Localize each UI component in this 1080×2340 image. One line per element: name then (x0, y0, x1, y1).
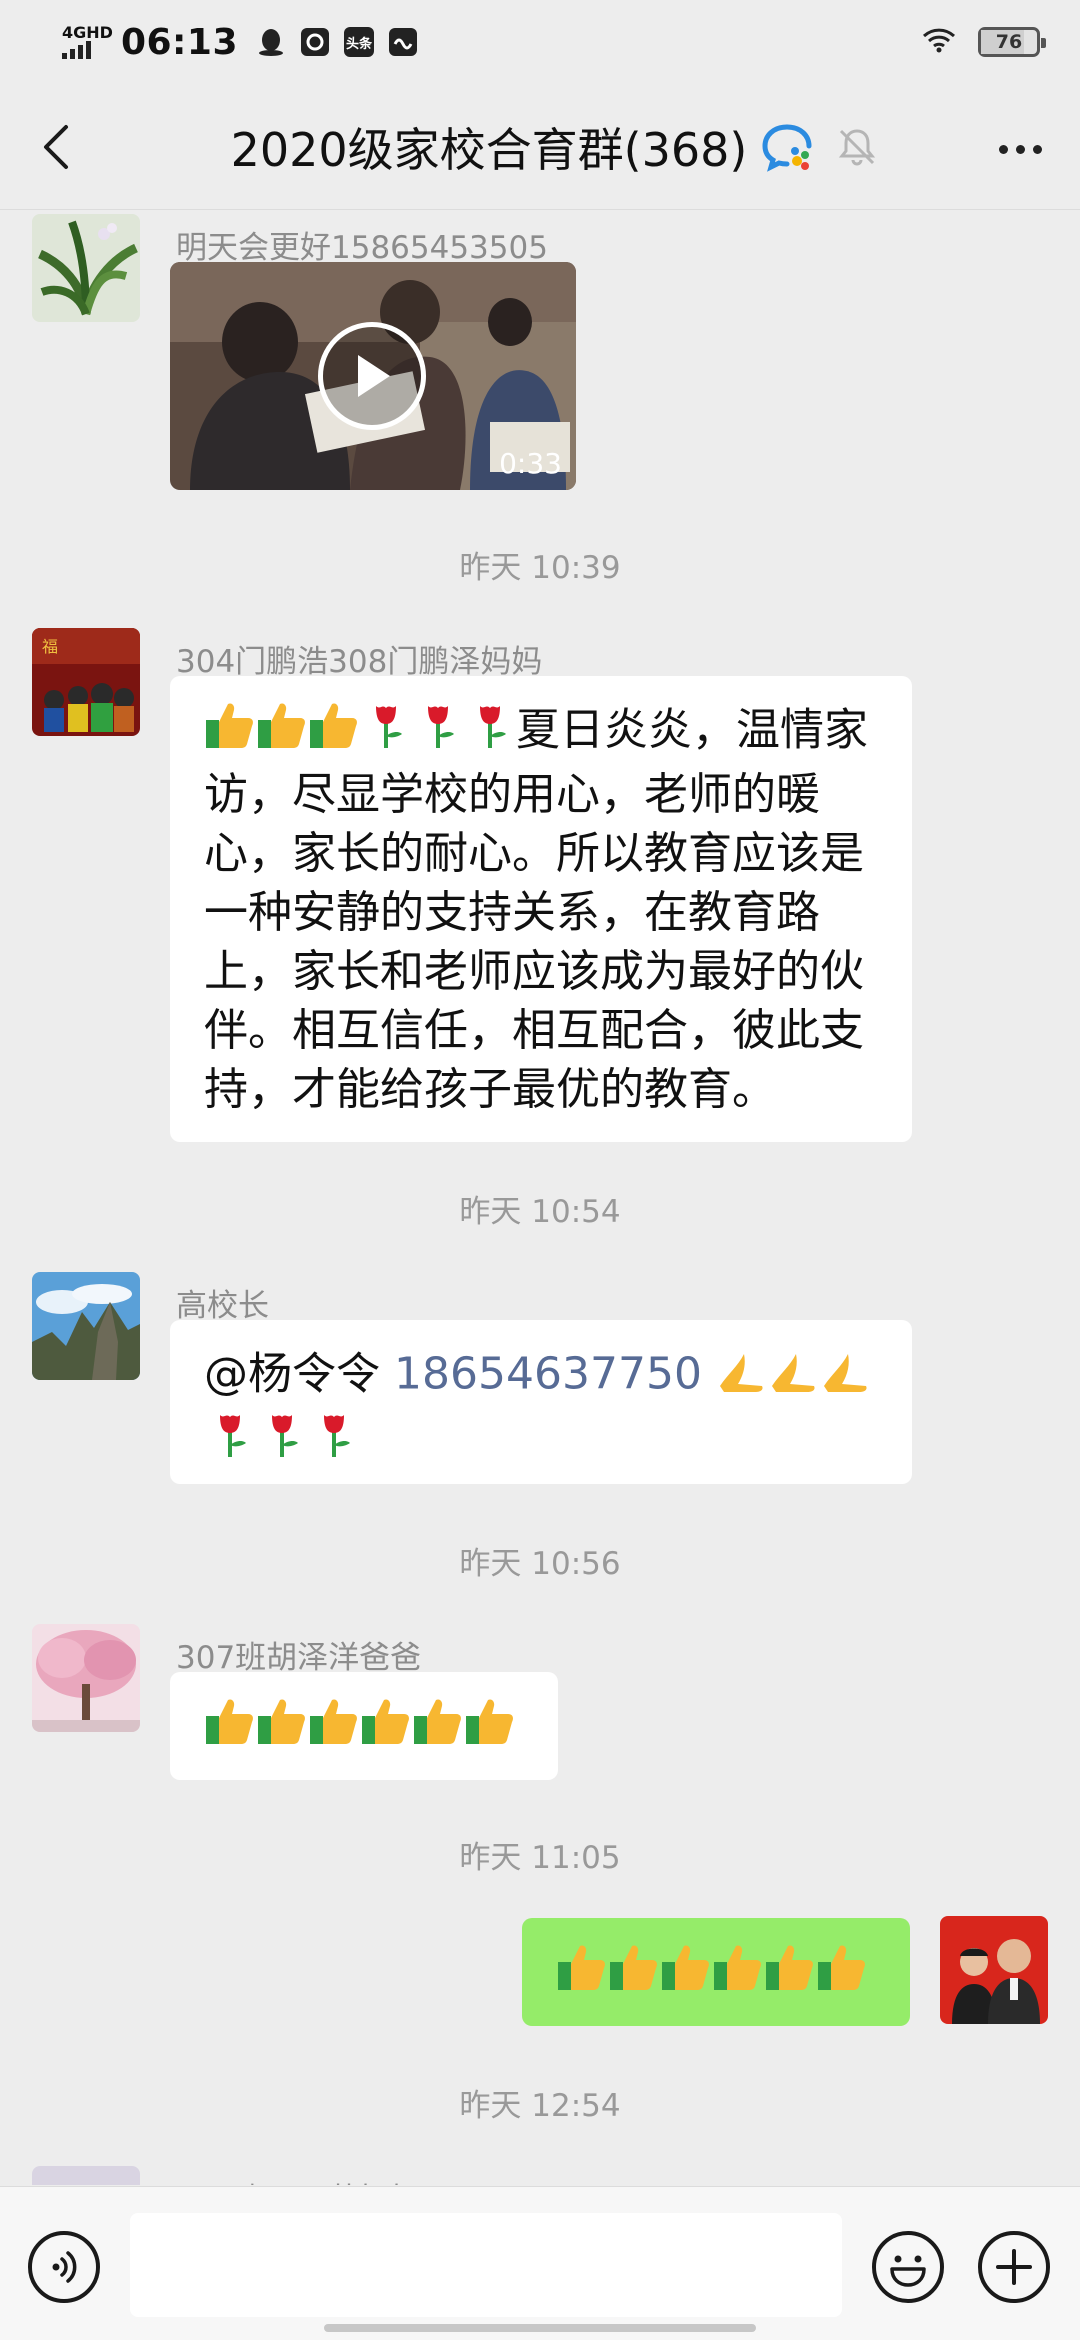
message-notification-icon (388, 27, 418, 57)
network-type: 4GHD (62, 23, 113, 42)
message-timestamp: 昨天 11:05 (459, 1840, 621, 1876)
more-dot-icon (998, 144, 1008, 154)
message-text-line: 一种安静的支持关系，在教育路 (204, 887, 820, 938)
thumbs-up-emoji-icon (256, 700, 308, 765)
phone-number-link[interactable]: 18654637750 (394, 1349, 702, 1400)
message-text-line: @杨令令 18654637750 (204, 1344, 878, 1409)
message-timestamp: 昨天 10:56 (459, 1546, 621, 1582)
thumbs-up-emoji-icon (204, 1696, 256, 1761)
at-mail-icon (300, 27, 330, 57)
smiley-icon (890, 2255, 926, 2287)
message-text-line: 心，家长的耐心。所以教育应该是 (204, 828, 864, 879)
message-bubble[interactable] (170, 1672, 558, 1780)
plus-icon (996, 2249, 1032, 2285)
avatar[interactable] (32, 1624, 140, 1732)
thumbs-up-emoji-icon (660, 1942, 712, 2007)
emoji-button[interactable] (872, 2231, 944, 2303)
video-thumbnail[interactable]: 0:33 (170, 262, 576, 490)
avatar[interactable] (32, 1272, 140, 1380)
my-avatar[interactable] (940, 1916, 1048, 2024)
message-text-line: 夏日炎炎，温情家 (204, 700, 878, 765)
status-bar: 4GHD 06:13 头条 76 (0, 0, 1080, 84)
praying-hands-emoji-icon (768, 1344, 820, 1409)
thumbs-up-emoji-icon (308, 700, 360, 765)
message-text-line: 伴。相互信任，相互配合，彼此支 (204, 1005, 864, 1056)
thumbs-up-emoji-icon (308, 1696, 360, 1761)
message-bubble[interactable]: 夏日炎炎，温情家 访，尽显学校的用心，老师的暖 心，家长的耐心。所以教育应该是 … (170, 676, 912, 1142)
chat-title: 2020级家校合育群(368) (230, 122, 748, 177)
thumbs-up-emoji-icon (204, 700, 256, 765)
qq-notification-icon (256, 27, 286, 57)
message-text-line (556, 1942, 876, 2007)
thumbs-up-emoji-icon (764, 1942, 816, 2007)
sender-name: 高校长 (176, 1288, 269, 1324)
wecom-group-icon (762, 124, 812, 172)
mention-text: @杨令令 (204, 1348, 394, 1400)
sender-name: 304门鹏浩308门鹏泽妈妈 (176, 644, 543, 680)
message-bubble[interactable]: @杨令令 18654637750 (170, 1320, 912, 1484)
chat-header: 2020级家校合育群(368) (0, 84, 1080, 210)
message-timestamp: 昨天 12:54 (459, 2088, 621, 2124)
battery-icon: 76 (978, 27, 1046, 57)
avatar[interactable] (32, 2166, 140, 2185)
my-message-bubble[interactable] (522, 1918, 910, 2026)
sender-name: 307班胡泽洋爸爸 (176, 1640, 422, 1676)
svg-text:福: 福 (42, 637, 58, 656)
message-timestamp: 昨天 10:39 (459, 550, 621, 586)
battery-level: 76 (995, 31, 1023, 53)
cellular-signal-icon: 4GHD (62, 25, 113, 59)
more-functions-button[interactable] (978, 2231, 1050, 2303)
video-duration: 0:33 (499, 447, 562, 480)
sender-name: 明天会更好15865453505 (176, 230, 548, 266)
rose-emoji-icon (308, 1409, 360, 1474)
thumbs-up-emoji-icon (412, 1696, 464, 1761)
back-arrow-icon (44, 125, 68, 169)
avatar[interactable]: 福 (32, 628, 140, 736)
back-button[interactable] (30, 122, 80, 172)
message-text: 夏日炎炎，温情家 (516, 704, 868, 756)
thumbs-up-emoji-icon (256, 1696, 308, 1761)
input-bar (0, 2186, 1080, 2340)
sender-name: 301班周雪萱奶奶 (176, 2174, 421, 2185)
voice-icon (52, 2251, 77, 2283)
thumbs-up-emoji-icon (816, 1942, 868, 2007)
rose-emoji-icon (204, 1409, 256, 1474)
wifi-icon (922, 27, 956, 57)
message-text-line (204, 1409, 878, 1474)
rose-emoji-icon (464, 700, 516, 765)
rose-emoji-icon (412, 700, 464, 765)
thumbs-up-emoji-icon (712, 1942, 764, 2007)
play-icon (358, 355, 390, 397)
more-dot-icon (1032, 144, 1042, 154)
praying-hands-emoji-icon (820, 1344, 872, 1409)
message-timestamp: 昨天 10:54 (459, 1194, 621, 1230)
thumbs-up-emoji-icon (360, 1696, 412, 1761)
toutiao-notification-icon: 头条 (344, 27, 375, 57)
message-text-line: 持，才能给孩子最优的教育。 (204, 1064, 776, 1115)
thumbs-up-emoji-icon (608, 1942, 660, 2007)
avatar[interactable] (32, 214, 140, 322)
rose-emoji-icon (360, 700, 412, 765)
home-indicator[interactable] (324, 2324, 756, 2332)
status-time: 06:13 (120, 21, 239, 63)
voice-input-button[interactable] (28, 2231, 100, 2303)
message-video: 明天会更好15865453505 0:33 (0, 210, 1080, 500)
thumbs-up-emoji-icon (464, 1696, 516, 1761)
mute-bell-icon (839, 128, 876, 165)
message-input[interactable] (130, 2213, 842, 2317)
message-text-line: 访，尽显学校的用心，老师的暖 (204, 769, 820, 820)
praying-hands-emoji-icon (716, 1344, 768, 1409)
message-list[interactable]: 明天会更好15865453505 0:33 昨天 10:39 福 304门鹏浩3… (0, 210, 1080, 2185)
more-dot-icon (1015, 144, 1025, 154)
thumbs-up-emoji-icon (556, 1942, 608, 2007)
more-options-button[interactable] (990, 124, 1050, 174)
message-text-line (204, 1696, 524, 1761)
message-text-line: 上，家长和老师应该成为最好的伙 (204, 946, 864, 997)
play-button[interactable] (318, 322, 426, 430)
rose-emoji-icon (256, 1409, 308, 1474)
